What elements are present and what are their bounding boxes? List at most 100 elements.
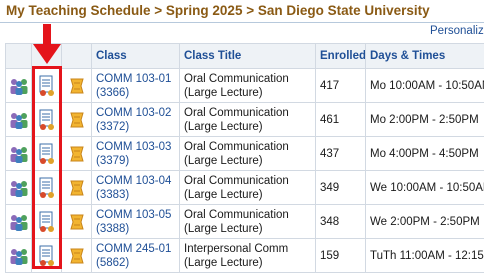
class-roster-icon[interactable] [9,145,29,163]
class-section[interactable]: COMM 103-01 [96,72,179,86]
class-details-icon[interactable] [68,213,86,231]
class-cell[interactable]: COMM 103-01 (3366) [92,69,180,103]
class-roster-icon[interactable] [9,247,29,265]
grade-roster-icon[interactable] [38,211,56,233]
grade-cell [32,137,62,171]
column-header-days[interactable]: Days & Times [366,44,484,69]
roster-cell [6,171,32,205]
title-cell: Oral Communication (Large Lecture) [180,103,316,137]
enrolled-cell: 349 [316,171,366,205]
details-cell [62,69,92,103]
class-number[interactable]: (5862) [96,256,179,270]
days-times-cell: TuTh 11:00AM - 12:15PM [366,239,484,273]
class-cell[interactable]: COMM 103-05 (3388) [92,205,180,239]
table-row: COMM 103-02 (3372) Oral Communication (L… [6,103,484,137]
class-title-line1: Interpersonal Comm [184,242,315,256]
enrolled-cell: 348 [316,205,366,239]
header-row: Class Class Title Enrolled Days & Times [6,44,484,69]
class-roster-icon[interactable] [9,111,29,129]
grade-roster-icon[interactable] [38,109,56,131]
details-cell [62,205,92,239]
days-times-cell: Mo 10:00AM - 10:50AM [366,69,484,103]
roster-cell [6,137,32,171]
class-roster-icon[interactable] [9,179,29,197]
class-title-line2: (Large Lecture) [184,188,315,202]
class-title-line1: Oral Communication [184,106,315,120]
class-section[interactable]: COMM 103-04 [96,174,179,188]
roster-icon-column-header [6,44,32,69]
column-header-title[interactable]: Class Title [180,44,316,69]
grade-roster-icon[interactable] [38,177,56,199]
class-title-line1: Oral Communication [184,208,315,222]
title-cell: Oral Communication (Large Lecture) [180,171,316,205]
class-title-line1: Oral Communication [184,174,315,188]
title-cell: Oral Communication (Large Lecture) [180,69,316,103]
days-times-cell: We 10:00AM - 10:50AM [366,171,484,205]
class-number[interactable]: (3379) [96,154,179,168]
details-cell [62,171,92,205]
class-title-line1: Oral Communication [184,140,315,154]
column-header-class[interactable]: Class [92,44,180,69]
table-row: COMM 103-03 (3379) Oral Communication (L… [6,137,484,171]
class-number[interactable]: (3366) [96,86,179,100]
details-cell [62,103,92,137]
class-details-icon[interactable] [68,77,86,95]
grade-cell [32,69,62,103]
roster-cell [6,239,32,273]
class-section[interactable]: COMM 103-02 [96,106,179,120]
roster-cell [6,205,32,239]
class-roster-icon[interactable] [9,213,29,231]
red-arrow-icon [30,24,64,66]
days-times-cell: Mo 2:00PM - 2:50PM [366,103,484,137]
grade-cell [32,171,62,205]
table-row: COMM 103-05 (3388) Oral Communication (L… [6,205,484,239]
class-number[interactable]: (3388) [96,222,179,236]
class-roster-icon[interactable] [9,77,29,95]
class-number[interactable]: (3372) [96,120,179,134]
grade-roster-icon[interactable] [38,143,56,165]
class-section[interactable]: COMM 245-01 [96,242,179,256]
title-cell: Interpersonal Comm (Large Lecture) [180,239,316,273]
class-details-icon[interactable] [68,145,86,163]
class-cell[interactable]: COMM 245-01 (5862) [92,239,180,273]
class-title-line2: (Large Lecture) [184,256,315,270]
details-cell [62,137,92,171]
days-times-cell: Mo 4:00PM - 4:50PM [366,137,484,171]
breadcrumb: My Teaching Schedule > Spring 2025 > San… [6,1,484,21]
class-details-icon[interactable] [68,179,86,197]
class-details-icon[interactable] [68,111,86,129]
details-icon-column-header [62,44,92,69]
class-cell[interactable]: COMM 103-03 (3379) [92,137,180,171]
title-cell: Oral Communication (Large Lecture) [180,137,316,171]
enrolled-cell: 461 [316,103,366,137]
grade-cell [32,239,62,273]
days-times-cell: We 2:00PM - 2:50PM [366,205,484,239]
grade-cell [32,205,62,239]
details-cell [62,239,92,273]
class-title-line2: (Large Lecture) [184,222,315,236]
roster-cell [6,103,32,137]
class-title-line1: Oral Communication [184,72,315,86]
title-cell: Oral Communication (Large Lecture) [180,205,316,239]
class-details-icon[interactable] [68,247,86,265]
class-title-line2: (Large Lecture) [184,154,315,168]
table-row: COMM 103-01 (3366) Oral Communication (L… [6,69,484,103]
roster-cell [6,69,32,103]
class-section[interactable]: COMM 103-03 [96,140,179,154]
enrolled-cell: 159 [316,239,366,273]
grade-cell [32,103,62,137]
personalize-link[interactable]: Personalize [430,25,484,37]
class-cell[interactable]: COMM 103-04 (3383) [92,171,180,205]
enrolled-cell: 417 [316,69,366,103]
class-cell[interactable]: COMM 103-02 (3372) [92,103,180,137]
grade-roster-icon[interactable] [38,245,56,267]
grade-roster-icon[interactable] [38,75,56,97]
class-section[interactable]: COMM 103-05 [96,208,179,222]
column-header-enrolled[interactable]: Enrolled [316,44,366,69]
class-title-line2: (Large Lecture) [184,120,315,134]
class-number[interactable]: (3383) [96,188,179,202]
table-row: COMM 103-04 (3383) Oral Communication (L… [6,171,484,205]
table-row: COMM 245-01 (5862) Interpersonal Comm (L… [6,239,484,273]
header-divider [0,22,484,23]
class-title-line2: (Large Lecture) [184,86,315,100]
